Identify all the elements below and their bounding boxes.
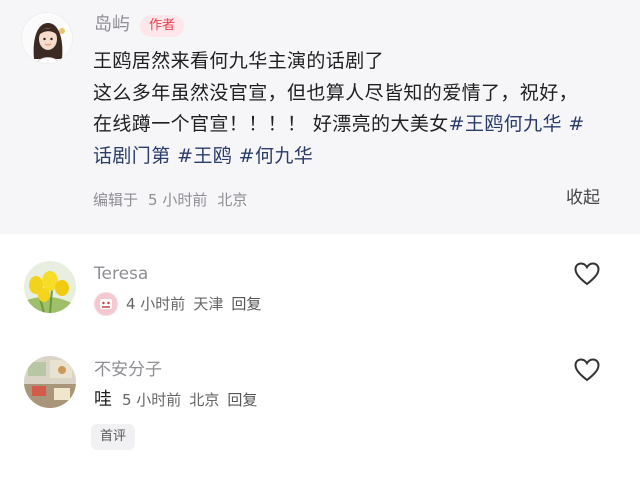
reply-button[interactable]: 回复 [231,292,261,316]
post-line: 这么多年虽然没官宣，但也算人尽皆知的爱情了，祝好， [93,81,579,104]
comment-body: 哇 5 小时前 北京 回复 [94,388,257,412]
commenter-avatar[interactable] [24,261,76,313]
post-time: 5 小时前 [148,191,208,209]
author-post: 岛屿 作者 王鸥居然来看何九华主演的话剧了 这么多年虽然没官宣，但也算人尽皆知的… [0,0,640,234]
comment-meta: 4 小时前 天津 回复 [94,292,261,316]
comment-text: 哇 [94,389,112,410]
hashtag-symbol: # [568,113,585,135]
edited-label: 编辑于 [93,191,139,209]
reply-button[interactable]: 回复 [227,388,257,412]
comment-location: 天津 [193,295,224,313]
author-badge: 作者 [140,15,185,37]
author-avatar[interactable] [21,12,73,64]
post-line: 在线蹲一个官宣！！！！ 好漂亮的大美女#王鸥何九华 # [93,109,623,141]
hashtag-link[interactable]: #何九华 [239,145,314,167]
hashtag-link[interactable]: 话剧门第 [93,145,171,167]
post-line-text: 在线蹲一个官宣！！！！ 好漂亮的大美女 [93,113,449,135]
post-line: 王鸥居然来看何九华主演的话剧了 [93,50,385,72]
collapse-button[interactable]: 收起 [566,186,600,210]
commenter-name[interactable]: Teresa [94,262,148,286]
post-content: 王鸥居然来看何九华主演的话剧了 这么多年虽然没官宣，但也算人尽皆知的爱情了，祝好… [93,46,623,172]
heart-outline-icon[interactable] [574,262,600,286]
emoji-sticker-icon [94,292,118,316]
post-line: 话剧门第 #王鸥 #何九华 [93,141,623,173]
post-location: 北京 [217,191,248,209]
comment-time: 4 小时前 [126,295,186,313]
post-meta: 编辑于 5 小时前 北京 [93,188,257,212]
comment-time: 5 小时前 [122,391,182,409]
hashtag-link[interactable]: #王鸥 [177,145,232,167]
commenter-name[interactable]: 不安分子 [94,358,162,382]
comment-location: 北京 [189,391,220,409]
first-comment-badge: 首评 [91,424,136,450]
author-name[interactable]: 岛屿 [94,12,130,38]
hashtag-link[interactable]: #王鸥何九华 [449,113,562,135]
commenter-avatar[interactable] [24,356,76,408]
heart-outline-icon[interactable] [574,358,600,382]
